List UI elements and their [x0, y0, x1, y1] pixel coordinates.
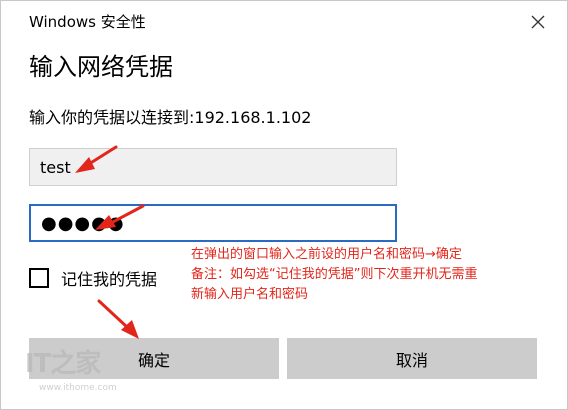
- window-title: Windows 安全性: [29, 13, 146, 31]
- ok-button-label: 确定: [137, 350, 170, 370]
- remember-checkbox[interactable]: [29, 268, 49, 288]
- annotation-line-3: 新输入用户名和密码: [191, 287, 309, 302]
- remember-label: 记住我的凭据: [61, 270, 158, 289]
- username-field[interactable]: test: [29, 148, 397, 186]
- title-bar: Windows 安全性: [1, 1, 567, 41]
- username-value: test: [40, 157, 71, 177]
- red-annotation: 在弹出的窗口输入之前设的用户名和密码→确定 备注：如勾选“记住我的凭据”则下次重…: [191, 245, 563, 305]
- cancel-button-label: 取消: [395, 350, 428, 370]
- connection-prompt: 输入你的凭据以连接到:192.168.1.102: [29, 108, 312, 127]
- arrow-to-ok-button-icon: [97, 299, 139, 339]
- ithome-watermark: IT之家 www.ithome.com: [25, 343, 117, 393]
- ithome-url: www.ithome.com: [39, 383, 117, 393]
- password-masked-value: ●●●●●: [41, 212, 125, 234]
- close-icon: [531, 15, 545, 29]
- password-field[interactable]: ●●●●●: [29, 204, 397, 242]
- annotation-line-2: 备注：如勾选“记住我的凭据”则下次重开机无需重: [191, 267, 478, 282]
- dialog-heading: 输入网络凭据: [29, 53, 173, 81]
- remember-credentials[interactable]: 记住我的凭据: [29, 266, 157, 290]
- credential-dialog: Windows 安全性 输入网络凭据 输入你的凭据以连接到:192.168.1.…: [0, 0, 568, 410]
- close-button[interactable]: [523, 7, 553, 37]
- ithome-logo: IT之家: [25, 349, 101, 379]
- annotation-line-1: 在弹出的窗口输入之前设的用户名和密码→确定: [191, 247, 462, 262]
- cancel-button[interactable]: 取消: [287, 338, 537, 379]
